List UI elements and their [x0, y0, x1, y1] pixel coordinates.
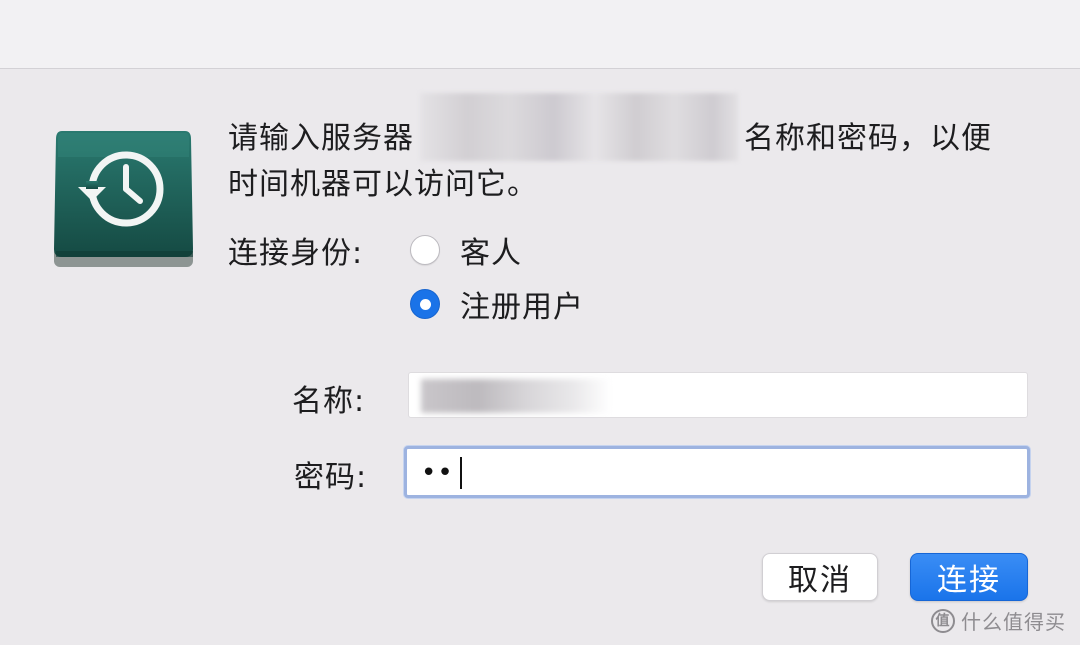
message-text-start: 请输入服务器: [228, 121, 414, 156]
watermark: 值 什么值得买: [931, 606, 1066, 635]
password-label: 密码:: [294, 460, 368, 495]
password-field[interactable]: ••: [404, 446, 1030, 498]
radio-registered-control[interactable]: [410, 289, 440, 319]
radio-registered-user[interactable]: 注册用户: [410, 282, 584, 326]
connect-button[interactable]: 连接: [910, 553, 1028, 601]
radio-guest-label[interactable]: 客人: [460, 228, 522, 272]
time-machine-drive-icon: [52, 127, 195, 270]
name-field[interactable]: [408, 372, 1028, 418]
watermark-logo-icon: 值: [931, 608, 955, 633]
message-line-2: 时间机器可以访问它。: [228, 167, 538, 202]
connect-dialog: 请输入服务器 名称和密码，以便 时间机器可以访问它。 连接身份: 客人 注册用户 …: [0, 0, 1080, 645]
cancel-button[interactable]: 取消: [762, 553, 878, 601]
redacted-server-name: [420, 92, 738, 161]
radio-guest-control[interactable]: [410, 235, 440, 265]
watermark-text: 什么值得买: [961, 610, 1066, 634]
password-dots: ••: [421, 458, 454, 488]
radio-registered-label[interactable]: 注册用户: [460, 282, 584, 326]
redacted-name-value: [421, 379, 611, 413]
name-label: 名称:: [292, 384, 366, 419]
radio-guest[interactable]: 客人: [410, 228, 522, 272]
message-text-end: 名称和密码，以便: [744, 121, 992, 156]
dialog-titlebar: [0, 0, 1080, 69]
text-caret: [460, 457, 462, 489]
dialog-message: 请输入服务器 名称和密码，以便 时间机器可以访问它。: [228, 92, 1028, 208]
connect-as-label: 连接身份:: [228, 236, 364, 271]
message-line-1: 请输入服务器 名称和密码，以便: [228, 92, 1028, 162]
